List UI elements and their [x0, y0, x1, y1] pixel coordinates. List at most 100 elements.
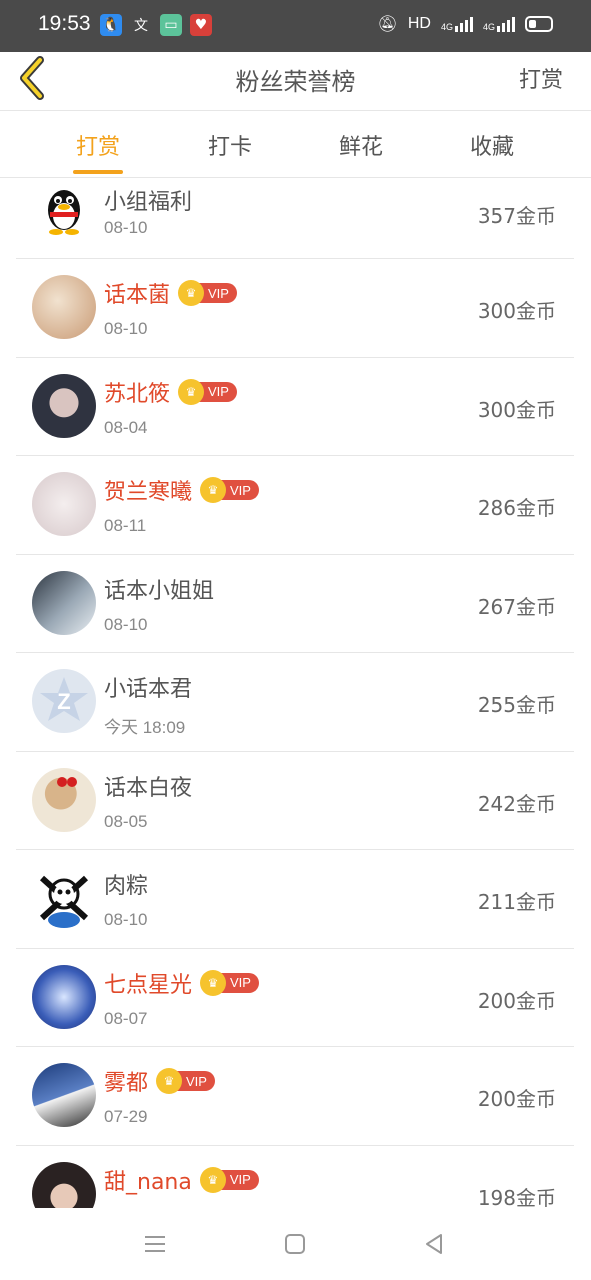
avatar[interactable] — [32, 1063, 96, 1127]
system-nav-bar — [0, 1208, 591, 1280]
list-item[interactable]: 小组福利 08-10 357金币 — [16, 178, 574, 259]
list-item[interactable]: 苏北筱 ♛ VIP 08-04 300金币 — [16, 358, 574, 456]
status-time: 19:53 — [38, 12, 91, 35]
coin-amount: 211金币 — [477, 890, 556, 914]
home-icon[interactable] — [281, 1230, 309, 1258]
signal-icon: 4G — [441, 16, 473, 32]
user-name: 小话本君 — [104, 677, 193, 702]
avatar[interactable] — [32, 570, 96, 635]
coin-amount: 200金币 — [477, 988, 556, 1013]
user-name: 七点星光 — [104, 972, 193, 998]
ranking-list: 小组福利 08-10 357金币 话本菌 ♛ VIP 08-10 300金币 苏北… — [16, 178, 574, 1208]
vip-badge: ♛ VIP — [200, 477, 259, 503]
avatar[interactable] — [32, 180, 96, 244]
reward-date: 08-10 — [104, 910, 148, 929]
user-name-row: 雾都 ♛ VIP — [104, 1065, 215, 1097]
user-name: 话本小姐姐 — [104, 578, 215, 604]
tab-reward[interactable]: 打赏 — [76, 129, 120, 161]
vip-badge: ♛ VIP — [199, 1166, 259, 1193]
tab-flowers[interactable]: 鲜花 — [339, 129, 383, 161]
list-item[interactable]: 贺兰寒曦 ♛ VIP 08-11 286金币 — [16, 456, 574, 555]
reward-date: 08-10 — [104, 319, 148, 338]
avatar[interactable]: Z — [32, 669, 96, 733]
avatar[interactable] — [32, 472, 96, 536]
crown-icon: ♛ — [200, 969, 227, 996]
avatar[interactable] — [32, 275, 96, 339]
qq-icon: 🐧 — [100, 14, 122, 36]
tab-checkin[interactable]: 打卡 — [208, 129, 252, 161]
avatar[interactable] — [32, 964, 96, 1029]
mute-icon: 🔕︎ — [377, 16, 398, 33]
reward-date: 今天 18:09 — [104, 718, 186, 737]
menu-icon[interactable] — [141, 1230, 169, 1258]
avatar[interactable] — [32, 373, 96, 438]
avatar[interactable] — [32, 1161, 96, 1208]
user-name: 肉粽 — [104, 874, 149, 899]
tab-favorites[interactable]: 收藏 — [470, 129, 514, 161]
svg-text:Z: Z — [57, 689, 70, 714]
list-item[interactable]: 七点星光 ♛ VIP 08-07 200金币 — [16, 949, 574, 1047]
reward-date: 08-11 — [104, 516, 147, 535]
user-name: 小组福利 — [104, 190, 193, 215]
list-item[interactable]: 雾都 ♛ VIP 07-29 200金币 — [16, 1047, 574, 1146]
user-name-row: 话本菌 ♛ VIP — [104, 277, 237, 309]
hd-label: HD — [407, 15, 431, 32]
coin-amount: 198金币 — [477, 1185, 556, 1209]
crown-icon: ♛ — [200, 477, 227, 503]
coin-amount: 200金币 — [477, 1087, 556, 1111]
user-name-row: 七点星光 ♛ VIP — [104, 967, 259, 999]
battery-icon — [525, 16, 553, 32]
avatar[interactable] — [32, 866, 96, 930]
user-name-row: 贺兰寒曦 ♛ VIP — [104, 474, 259, 506]
back-nav-icon[interactable] — [421, 1230, 449, 1258]
status-bar: 19:53 🐧 文 ▭ ♥ 🔕︎ HD 4G 4G — [0, 0, 591, 52]
list-item[interactable]: 话本小姐姐 08-10 267金币 — [16, 555, 574, 653]
user-name: 甜_nana — [104, 1169, 192, 1195]
reward-date: 08-07 — [104, 1008, 148, 1028]
translate-icon: 文 — [134, 18, 148, 34]
user-name: 话本白夜 — [104, 775, 193, 801]
list-item[interactable]: 话本菌 ♛ VIP 08-10 300金币 — [16, 259, 574, 358]
user-name: 雾都 — [104, 1071, 149, 1096]
avatar[interactable] — [32, 767, 96, 832]
reward-date: 08-04 — [104, 417, 148, 437]
coin-amount: 267金币 — [477, 594, 556, 619]
header-bar: 粉丝荣誉榜 打赏 — [0, 52, 591, 111]
user-name: 话本菌 — [104, 283, 171, 308]
coin-amount: 300金币 — [477, 299, 556, 323]
user-name-row: 苏北筱 ♛ VIP — [104, 376, 237, 408]
user-name: 苏北筱 — [104, 381, 171, 407]
list-item[interactable]: Z 小话本君 今天 18:09 255金币 — [16, 653, 574, 752]
crown-icon: ♛ — [178, 280, 205, 306]
reward-date: 08-05 — [104, 811, 148, 831]
reward-date: 08-10 — [104, 218, 148, 237]
crown-icon: ♛ — [199, 1166, 226, 1193]
skull-avatar-icon — [39, 875, 89, 928]
heart-app-icon: ♥ — [190, 14, 212, 36]
bow-icon — [57, 776, 77, 787]
book-icon: ▭ — [160, 14, 182, 36]
user-name-row: 甜_nana ♛ VIP — [104, 1164, 259, 1196]
coin-amount: 286金币 — [477, 496, 556, 520]
list-item[interactable]: 话本白夜 08-05 242金币 — [16, 752, 574, 850]
reward-date: 08-10 — [104, 614, 148, 634]
vip-badge: ♛ VIP — [156, 1068, 215, 1094]
reward-button[interactable]: 打赏 — [519, 62, 563, 94]
list-item[interactable]: 肉粽 08-10 211金币 — [16, 850, 574, 949]
list-item[interactable]: 甜_nana ♛VIP 07-26 198金币 — [16, 1146, 574, 1209]
default-avatar-icon: Z — [40, 677, 88, 721]
vip-badge: ♛ VIP — [178, 378, 237, 405]
coin-amount: 242金币 — [477, 791, 556, 816]
vip-badge: ♛ VIP — [200, 969, 259, 996]
crown-icon: ♛ — [156, 1068, 183, 1094]
crown-icon: ♛ — [178, 378, 205, 405]
system-icons: 🔕︎ HD 4G 4G — [378, 14, 553, 34]
notification-icons: 🐧 文 ▭ ♥ — [100, 14, 212, 36]
signal-icon-2: 4G — [483, 16, 515, 32]
active-tab-indicator — [73, 170, 123, 174]
coin-amount: 300金币 — [477, 397, 556, 422]
user-name: 贺兰寒曦 — [104, 480, 193, 505]
vip-badge: ♛ VIP — [178, 280, 237, 306]
page-title: 粉丝荣誉榜 — [235, 68, 356, 96]
reward-date: 07-29 — [104, 1107, 148, 1126]
